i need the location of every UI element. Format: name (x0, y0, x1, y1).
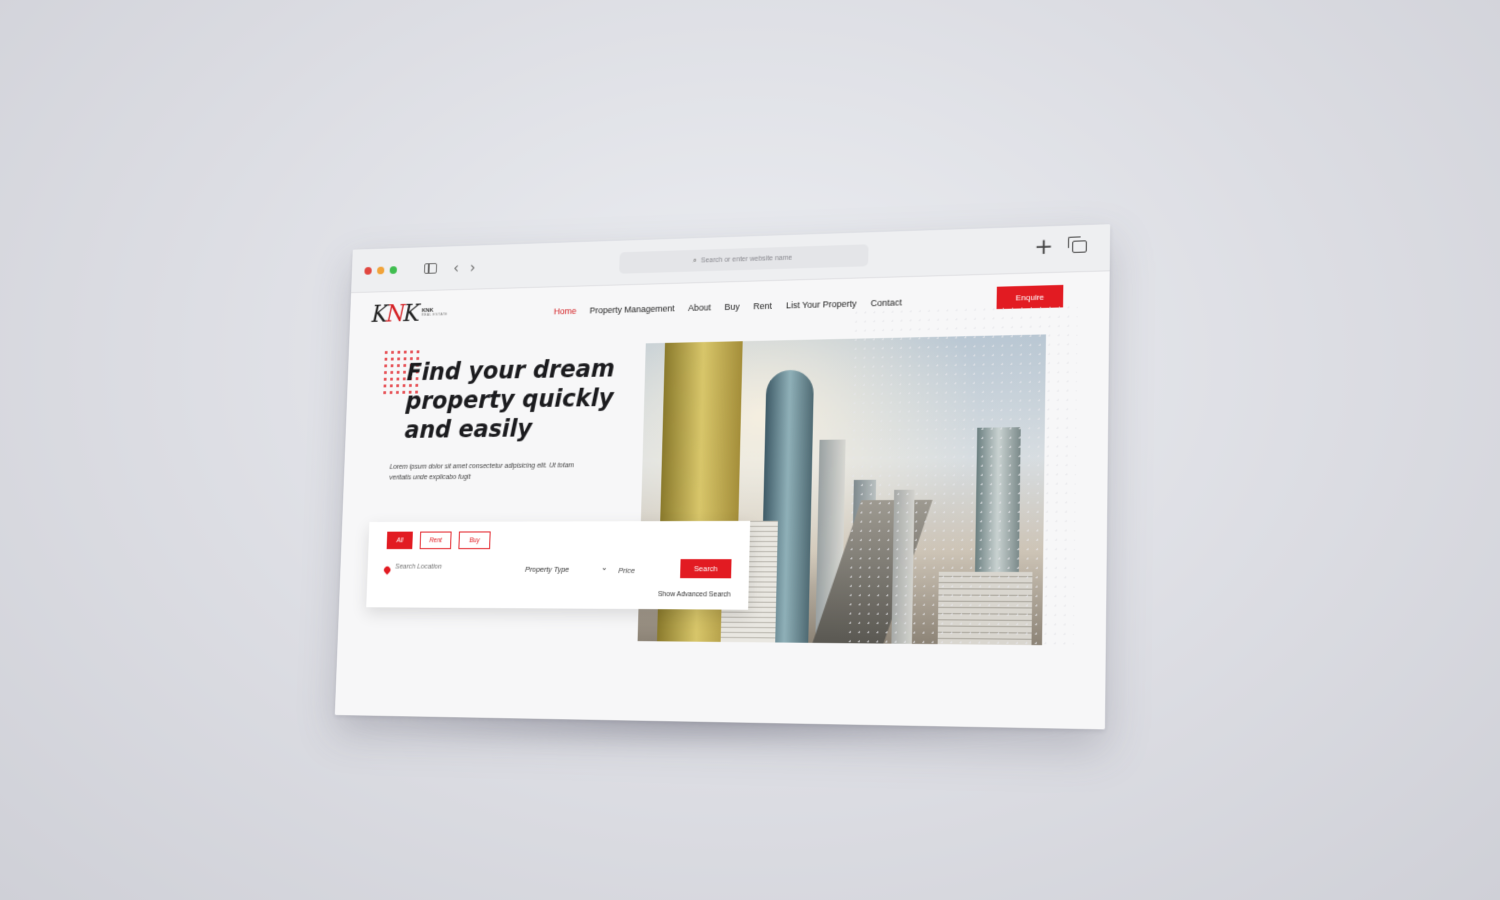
price-field[interactable]: Price (618, 566, 635, 575)
nav-item-buy[interactable]: Buy (724, 302, 739, 312)
nav-item-about[interactable]: About (688, 302, 711, 312)
logo-text: KNK REAL ESTATE (421, 308, 447, 318)
new-tab-plus-icon[interactable]: + (1034, 234, 1054, 260)
close-window-button[interactable] (364, 266, 372, 275)
sidebar-toggle-icon[interactable] (423, 263, 438, 274)
hero-headline-line-1: Find your dream (406, 354, 616, 387)
hero-headline-line-3: and easily (404, 414, 533, 444)
image-building-far-1 (891, 489, 915, 644)
hero-text: Find your dream property quickly and eas… (389, 353, 655, 483)
hero-subtext: Lorem ipsum dolor sit amet consectetur a… (389, 462, 575, 482)
nav-item-home[interactable]: Home (554, 306, 577, 316)
chevron-down-icon[interactable]: ⌄ (601, 563, 608, 572)
search-icon: ⌕ (692, 255, 698, 265)
image-building-right-low (937, 571, 1033, 646)
search-button[interactable]: Search (680, 559, 732, 579)
nav-item-property-management[interactable]: Property Management (590, 303, 675, 315)
address-bar-placeholder: Search or enter website name (700, 254, 793, 264)
property-type-select[interactable]: Property Type (525, 565, 569, 574)
filter-tab-all[interactable]: All (386, 531, 413, 550)
site-logo[interactable]: KNK KNK REAL ESTATE (371, 299, 448, 328)
address-bar[interactable]: ⌕ Search or enter website name (619, 244, 869, 274)
tab-overview-icon[interactable] (1072, 240, 1087, 253)
browser-window: ‹ › ⌕ Search or enter website name + KNK… (334, 224, 1111, 730)
website-page: KNK KNK REAL ESTATE Home Property Manage… (334, 271, 1110, 730)
enquire-button[interactable]: Enquire (996, 284, 1064, 310)
search-filter-tabs: All Rent Buy (386, 531, 491, 550)
show-advanced-search-link[interactable]: Show Advanced Search (658, 591, 731, 598)
toolbar-right: + (1034, 234, 1087, 260)
hero-headline-line-2: property quickly (405, 384, 614, 415)
back-arrow-icon[interactable]: ‹ (453, 259, 459, 276)
property-search-card: All Rent Buy Property Type ⌄ Price Searc… (366, 520, 751, 610)
logo-tagline: REAL ESTATE (421, 312, 448, 318)
location-pin-icon (382, 565, 392, 575)
hero-headline: Find your dream property quickly and eas… (404, 353, 669, 445)
nav-item-rent[interactable]: Rent (753, 301, 772, 311)
nav-item-list-your-property[interactable]: List Your Property (786, 299, 857, 311)
filter-tab-rent[interactable]: Rent (419, 531, 452, 550)
main-nav: Home Property Management About Buy Rent … (554, 297, 902, 316)
minimize-window-button[interactable] (376, 266, 385, 274)
filter-tab-buy[interactable]: Buy (458, 531, 491, 550)
search-location-input[interactable] (394, 563, 507, 571)
forward-arrow-icon[interactable]: › (470, 258, 476, 275)
mockup-stage: ‹ › ⌕ Search or enter website name + KNK… (0, 0, 1500, 900)
nav-item-contact[interactable]: Contact (870, 297, 901, 308)
zoom-window-button[interactable] (389, 265, 398, 274)
logo-mark: KNK (371, 299, 419, 328)
